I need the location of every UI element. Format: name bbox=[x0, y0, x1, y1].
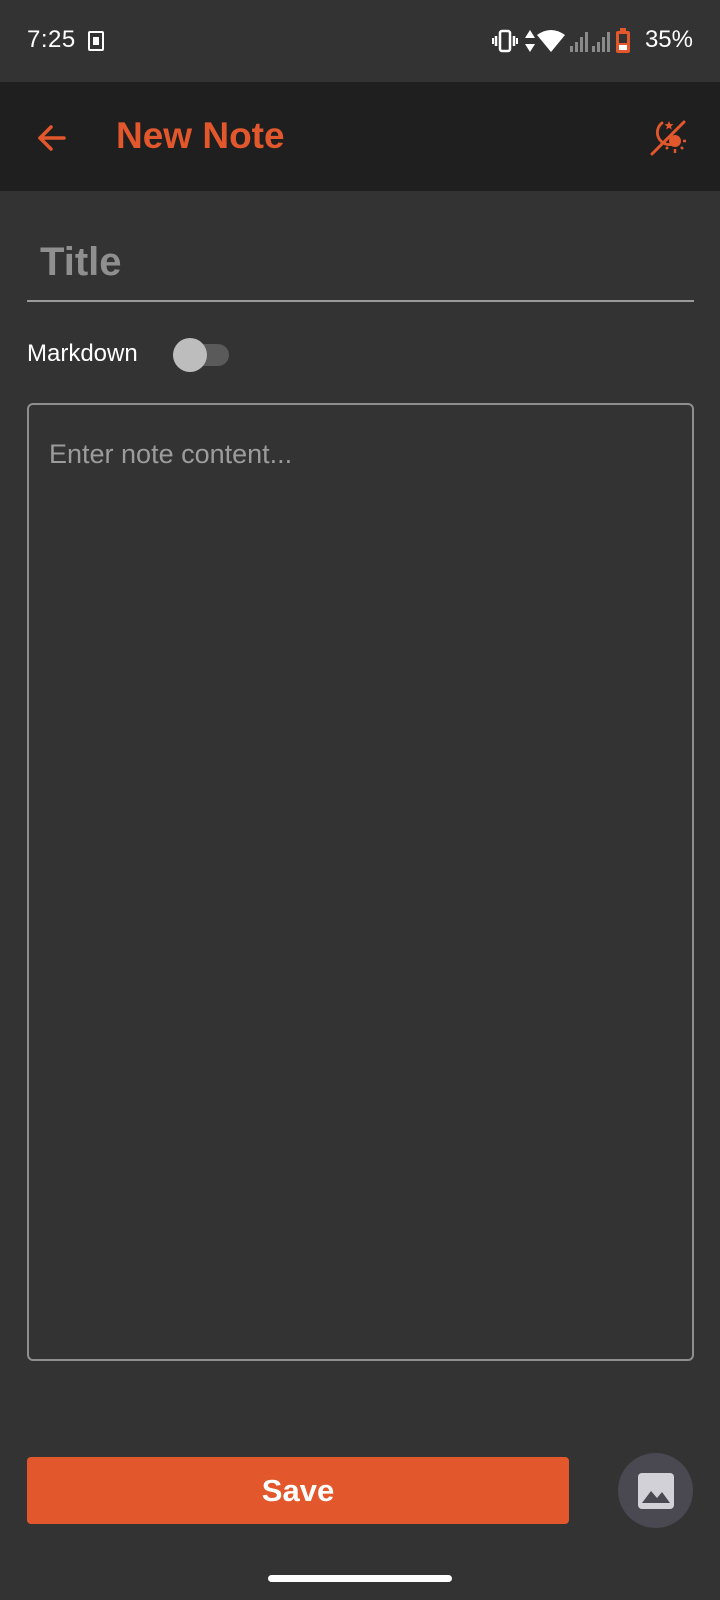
title-placeholder: Title bbox=[40, 240, 122, 284]
arrow-left-icon bbox=[38, 125, 66, 151]
markdown-label: Markdown bbox=[27, 340, 138, 367]
app-bar: New Note bbox=[0, 82, 720, 191]
markdown-switch[interactable] bbox=[145, 338, 229, 372]
status-time: 7:25 bbox=[27, 26, 76, 53]
save-button[interactable]: Save bbox=[27, 1457, 569, 1524]
status-icons: 35% bbox=[492, 26, 693, 56]
page-title: New Note bbox=[116, 115, 285, 156]
new-note-screen: 7:25 35% New Note Title Markdown Enter n… bbox=[0, 0, 720, 1600]
vibrate-icon bbox=[492, 29, 518, 53]
sim-card-icon bbox=[88, 31, 104, 51]
content-placeholder: Enter note content... bbox=[49, 439, 293, 469]
status-bar: 7:25 35% bbox=[0, 0, 720, 82]
battery-percent: 35% bbox=[644, 26, 693, 53]
signal-icon bbox=[570, 32, 588, 52]
battery-icon bbox=[616, 28, 630, 53]
note-content-input[interactable]: Enter note content... bbox=[27, 403, 694, 1361]
data-transfer-icon bbox=[525, 30, 535, 52]
theme-toggle-icon bbox=[650, 120, 686, 156]
title-input[interactable]: Title bbox=[27, 226, 694, 302]
theme-toggle-button[interactable] bbox=[640, 110, 696, 166]
wifi-icon bbox=[537, 30, 565, 52]
signal-icon bbox=[592, 32, 610, 52]
add-image-button[interactable] bbox=[618, 1453, 693, 1528]
image-icon bbox=[637, 1472, 674, 1509]
switch-thumb bbox=[173, 338, 207, 372]
back-button[interactable] bbox=[24, 110, 80, 166]
home-indicator[interactable] bbox=[268, 1575, 452, 1582]
